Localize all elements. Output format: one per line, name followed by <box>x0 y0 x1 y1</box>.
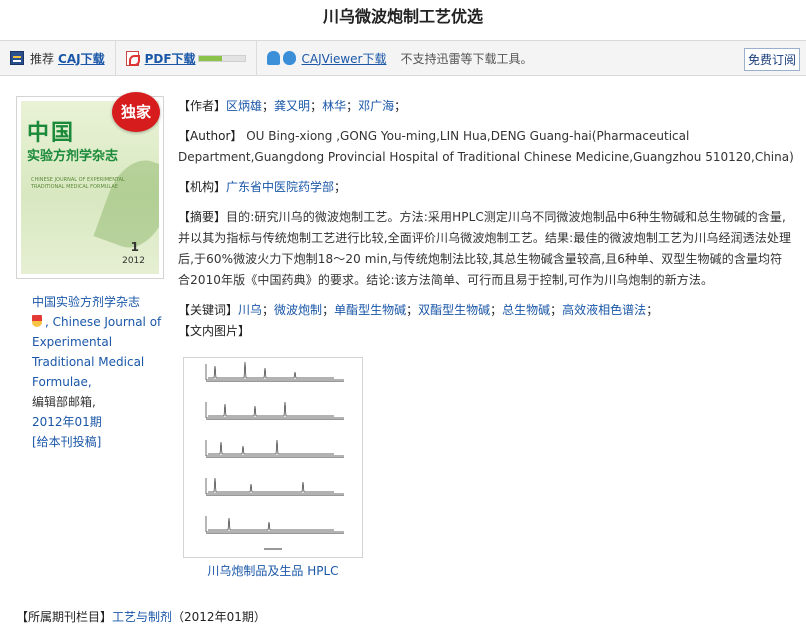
keyword-link[interactable]: 高效液相色谱法 <box>562 303 646 317</box>
pdf-download-group: PDF下载 <box>116 40 257 76</box>
page-header: 川乌微波炮制工艺优选 <box>0 0 806 36</box>
figure-block: 川乌炮制品及生品 HPLC <box>183 357 363 578</box>
author-link[interactable]: 邓广海 <box>358 99 394 113</box>
section-issue: （2012年01期） <box>172 610 266 624</box>
exclusive-badge: 独家 <box>112 92 160 132</box>
pdf-file-icon <box>125 50 140 66</box>
hplc-chromatogram-image <box>205 361 344 550</box>
images-label: 【文内图片】 <box>178 324 251 338</box>
figure-caption-link[interactable]: 川乌炮制品及生品 HPLC <box>183 561 363 581</box>
subscribe-button[interactable]: 免费订阅 <box>743 48 800 71</box>
android-icon <box>266 51 280 65</box>
authors-row: 【作者】区炳雄；龚又明；林华；邓广海； <box>178 99 407 113</box>
journal-name-link[interactable]: 中国实验方剂学杂志 <box>32 295 140 309</box>
images-label-row: 【文内图片】 <box>178 321 794 342</box>
figure-thumbnail[interactable] <box>183 357 363 558</box>
cover-leaf-decoration <box>93 151 159 257</box>
cover-year: 2012 <box>122 256 145 266</box>
section-link[interactable]: 工艺与制剂 <box>112 610 172 624</box>
author-english-label: 【Author】 <box>178 129 243 143</box>
institution-link[interactable]: 广东省中医院药学部 <box>226 180 334 194</box>
download-toolbar: 推荐 CAJ下载 PDF下载 CAJViewer下载 不支持迅雷等下载工具。 免… <box>0 40 806 76</box>
institution-row: 【机构】广东省中医院药学部； <box>178 180 347 194</box>
pdf-popularity-bar <box>197 54 246 62</box>
pdf-popularity-fill <box>198 55 222 61</box>
section-label: 【所属期刊栏目】 <box>16 610 113 624</box>
medal-icon <box>32 315 42 327</box>
abstract-row: 【摘要】目的:研究川乌的微波炮制工艺。方法:采用HPLC测定川乌不同微波炮制品中… <box>178 207 794 291</box>
keyword-link[interactable]: 微波炮制 <box>274 303 322 317</box>
keyword-link[interactable]: 双酯型生物碱 <box>418 303 490 317</box>
cover-title-line1: 中国 <box>27 120 76 146</box>
download-tool-note: 不支持迅雷等下载工具。 <box>400 51 533 66</box>
recommend-label: 推荐 <box>30 51 55 66</box>
cajviewer-download-link[interactable]: CAJViewer下载 <box>302 50 387 67</box>
author-link[interactable]: 区炳雄 <box>226 99 262 113</box>
abstract-text: 目的:研究川乌的微波炮制工艺。方法:采用HPLC测定川乌不同微波炮制品中6种生物… <box>178 210 792 287</box>
caj-download-group: 推荐 CAJ下载 <box>0 40 116 76</box>
keyword-link[interactable]: 川乌 <box>238 303 262 317</box>
journal-mailbox: 编辑部邮箱, <box>32 395 96 409</box>
article-metadata: 【作者】区炳雄；龚又明；林华；邓广海； 【Author】 OU Bing-xio… <box>178 96 794 342</box>
cover-title-line2: 实验方剂学杂志 <box>27 149 119 164</box>
authors-label: 【作者】 <box>178 99 227 113</box>
page-title: 川乌微波炮制工艺优选 <box>322 7 483 26</box>
institution-label: 【机构】 <box>178 180 227 194</box>
journal-info: 中国实验方剂学杂志 , Chinese Journal of Experimen… <box>32 292 162 452</box>
author-link[interactable]: 龚又明 <box>274 99 310 113</box>
author-link[interactable]: 林华 <box>322 99 346 113</box>
cover-issue-number: 1 <box>130 240 139 254</box>
author-english-text: OU Bing-xiong ,GONG You-ming,LIN Hua,DEN… <box>178 129 794 164</box>
journal-section-footer: 【所属期刊栏目】工艺与制剂（2012年01期） <box>16 608 266 626</box>
cover-english-title: CHINESE JOURNAL OF EXPERIMENTAL TRADITIO… <box>31 177 125 190</box>
pdf-download-link[interactable]: PDF下载 <box>145 50 196 67</box>
submit-manuscript-link[interactable]: [给本刊投稿] <box>32 435 101 449</box>
keywords-label: 【关键词】 <box>178 303 239 317</box>
cajviewer-group: CAJViewer下载 不支持迅雷等下载工具。 <box>257 40 543 76</box>
journal-issue-link[interactable]: 2012年01期 <box>32 415 102 429</box>
keyword-link[interactable]: 总生物碱 <box>502 303 550 317</box>
journal-english-name-link[interactable]: , Chinese Journal of Experimental Tradit… <box>32 315 161 389</box>
keywords-row: 【关键词】川乌；微波炮制；单酯型生物碱；双酯型生物碱；总生物碱；高效液相色谱法； <box>178 303 659 317</box>
keyword-link[interactable]: 单酯型生物碱 <box>334 303 406 317</box>
caj-download-link[interactable]: CAJ下载 <box>58 50 105 67</box>
author-english-row: 【Author】 OU Bing-xiong ,GONG You-ming,LI… <box>178 126 794 168</box>
abstract-label: 【摘要】 <box>178 210 227 224</box>
apple-icon <box>282 51 296 65</box>
caj-file-icon <box>10 51 24 65</box>
